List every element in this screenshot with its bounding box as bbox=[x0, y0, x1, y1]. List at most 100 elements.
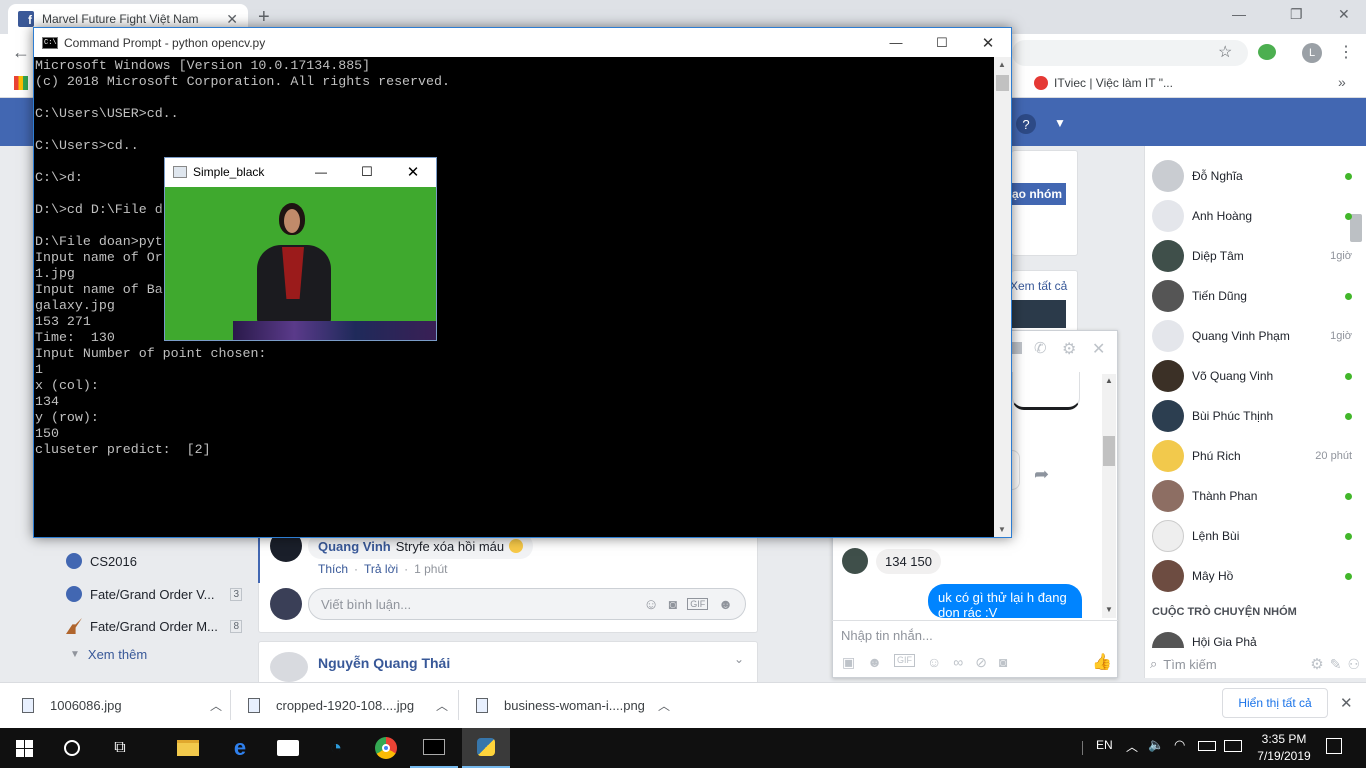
apps-icon[interactable] bbox=[14, 76, 28, 90]
contact-row[interactable]: Diệp Tâm 1giờ bbox=[1152, 236, 1352, 276]
python-taskbar-icon[interactable] bbox=[462, 728, 510, 768]
file-explorer-icon[interactable] bbox=[164, 728, 212, 768]
show-all-downloads-button[interactable]: Hiển thị tất cả bbox=[1222, 688, 1328, 718]
message-input[interactable]: Nhập tin nhắn... bbox=[841, 628, 933, 643]
comment-input[interactable]: Viết bình luận... ☺ ◙ GIF ☻ bbox=[308, 588, 746, 620]
see-all-link[interactable]: Xem tất cả bbox=[1010, 279, 1067, 293]
show-hidden-icons[interactable]: ︿ bbox=[1126, 738, 1138, 755]
create-group-button[interactable]: ạo nhóm bbox=[1012, 183, 1066, 205]
close-window-icon[interactable]: ✕ bbox=[1338, 6, 1350, 23]
sticker-icon[interactable]: ☻ bbox=[718, 596, 733, 612]
download-item[interactable]: cropped-1920-108....jpg ︿ bbox=[248, 682, 448, 728]
thumbs-up-icon[interactable]: 👍 bbox=[1092, 652, 1112, 672]
bookmark-star-icon[interactable]: ☆ bbox=[1218, 42, 1232, 62]
emoji-icon[interactable]: ☺ bbox=[927, 654, 941, 671]
system-clock[interactable]: 3:35 PM 7/19/2019 bbox=[1248, 731, 1320, 765]
opencv-image-window[interactable]: Simple_black — ☐ ✕ bbox=[164, 157, 437, 341]
post-author-avatar[interactable] bbox=[270, 652, 308, 682]
menu-icon[interactable]: ⋮ bbox=[1338, 42, 1354, 62]
minimize-icon[interactable]: — bbox=[1232, 6, 1246, 22]
camera-app-icon[interactable] bbox=[264, 728, 312, 768]
attach-icon[interactable]: ⊘ bbox=[975, 654, 987, 671]
contact-row[interactable]: Tiến Dũng bbox=[1152, 276, 1352, 316]
reply-link[interactable]: Trả lời bbox=[364, 562, 398, 576]
create-group-icon[interactable]: ⚇ bbox=[1347, 656, 1360, 673]
left-nav-item-fgo-v[interactable]: Fate/Grand Order V... 3 bbox=[60, 586, 242, 602]
bookmark-itviec[interactable]: ITviec | Việc làm IT "... bbox=[1054, 76, 1173, 90]
chat-scrollbar[interactable] bbox=[1102, 374, 1116, 618]
post-options-icon[interactable]: ⌄ bbox=[734, 652, 744, 666]
chrome-icon[interactable] bbox=[362, 728, 410, 768]
close-icon[interactable]: ✕ bbox=[965, 34, 1011, 52]
close-downloads-icon[interactable]: ✕ bbox=[1340, 694, 1353, 712]
sticker-icon[interactable]: ☻ bbox=[867, 654, 882, 671]
battery-icon[interactable] bbox=[1198, 741, 1216, 751]
messenger-app-icon[interactable]: ◔ bbox=[312, 728, 360, 768]
contact-row[interactable]: Anh Hoàng bbox=[1152, 196, 1352, 236]
post-author-name[interactable]: Nguyễn Quang Thái bbox=[318, 655, 450, 671]
gif-icon[interactable]: GIF bbox=[893, 654, 915, 667]
scroll-up-icon[interactable]: ▲ bbox=[1105, 376, 1113, 385]
chat-scrollbar-thumb[interactable] bbox=[1103, 436, 1115, 466]
comment-author[interactable]: Quang Vinh bbox=[318, 539, 391, 554]
gif-icon[interactable]: GIF bbox=[687, 598, 709, 610]
maximize-icon[interactable]: ☐ bbox=[919, 35, 965, 51]
cmd-titlebar[interactable]: C:\ Command Prompt - python opencv.py — … bbox=[34, 28, 1011, 57]
opencv-titlebar[interactable]: Simple_black — ☐ ✕ bbox=[165, 158, 436, 186]
keyboard-icon[interactable] bbox=[1224, 740, 1242, 752]
task-view-icon[interactable]: ⧉ bbox=[96, 728, 144, 768]
edge-icon[interactable]: e bbox=[216, 728, 264, 768]
help-icon[interactable]: ? bbox=[1016, 114, 1036, 134]
settings-gear-icon[interactable]: ⚙ bbox=[1310, 655, 1323, 673]
contact-row[interactable]: Lệnh Bùi bbox=[1152, 516, 1352, 556]
left-nav-item-cs2016[interactable]: CS2016 bbox=[60, 553, 137, 569]
wifi-icon[interactable]: ◠ bbox=[1174, 737, 1185, 753]
download-item[interactable]: 1006086.jpg ︿ bbox=[22, 682, 222, 728]
see-more-link[interactable]: ▼ Xem thêm bbox=[70, 647, 147, 662]
share-icon[interactable]: ➦ bbox=[1034, 464, 1049, 485]
like-link[interactable]: Thích bbox=[318, 562, 348, 576]
contact-row[interactable]: Phú Rich 20 phút bbox=[1152, 436, 1352, 476]
profile-avatar[interactable]: L bbox=[1302, 43, 1322, 63]
new-tab-icon[interactable]: + bbox=[258, 6, 270, 29]
emoji-picker-icon[interactable]: ☺ bbox=[643, 596, 658, 613]
link-icon[interactable]: ∞ bbox=[953, 654, 963, 671]
maximize-icon[interactable]: ☐ bbox=[344, 164, 390, 180]
phone-icon[interactable]: ✆ bbox=[1034, 339, 1047, 357]
close-chat-icon[interactable]: ✕ bbox=[1092, 339, 1105, 359]
left-nav-item-fgo-m[interactable]: Fate/Grand Order M... 8 bbox=[60, 618, 242, 634]
scroll-down-icon[interactable]: ▼ bbox=[998, 525, 1006, 534]
close-tab-icon[interactable]: ✕ bbox=[226, 11, 238, 28]
back-icon[interactable]: ← bbox=[12, 42, 30, 63]
account-menu-icon[interactable]: ▼ bbox=[1054, 116, 1066, 130]
minimize-icon[interactable]: — bbox=[298, 165, 344, 179]
contact-row[interactable]: Thành Phan bbox=[1152, 476, 1352, 516]
cmd-scrollbar[interactable]: ▲ ▼ bbox=[994, 57, 1011, 537]
chevron-up-icon[interactable]: ︿ bbox=[658, 697, 670, 714]
close-icon[interactable]: ✕ bbox=[390, 163, 436, 181]
contact-row[interactable]: Bùi Phúc Thịnh bbox=[1152, 396, 1352, 436]
shared-image[interactable] bbox=[1012, 372, 1080, 410]
contact-row[interactable]: Đỗ Nghĩa bbox=[1152, 156, 1352, 196]
new-message-icon[interactable]: ✎ bbox=[1330, 656, 1342, 673]
chat-search-input[interactable]: ⌕ Tìm kiếm ⚙ ✎ ⚇ bbox=[1150, 652, 1360, 676]
scrollbar-thumb[interactable] bbox=[996, 75, 1009, 91]
address-bar[interactable] bbox=[1012, 40, 1248, 66]
scroll-down-icon[interactable]: ▼ bbox=[1105, 605, 1113, 614]
minimize-icon[interactable]: — bbox=[873, 35, 919, 50]
contact-row[interactable]: Quang Vinh Phạm 1giờ bbox=[1152, 316, 1352, 356]
group-row[interactable]: Hội Gia Phả bbox=[1152, 632, 1352, 648]
contact-row[interactable]: Võ Quang Vinh bbox=[1152, 356, 1352, 396]
volume-icon[interactable]: 🔈 bbox=[1148, 737, 1164, 753]
shared-link-card[interactable] bbox=[1012, 450, 1020, 490]
extension-icon[interactable] bbox=[1258, 44, 1276, 60]
start-icon[interactable] bbox=[0, 728, 48, 768]
more-bookmarks-icon[interactable]: » bbox=[1338, 74, 1346, 90]
input-language[interactable]: EN bbox=[1096, 738, 1113, 752]
cmd-taskbar-icon[interactable] bbox=[410, 728, 458, 768]
settings-gear-icon[interactable]: ⚙ bbox=[1062, 339, 1076, 359]
search-icon[interactable] bbox=[48, 728, 96, 768]
camera-icon[interactable]: ◙ bbox=[999, 654, 1007, 671]
photo-icon[interactable]: ▣ bbox=[842, 654, 855, 671]
scroll-up-icon[interactable]: ▲ bbox=[998, 60, 1006, 69]
